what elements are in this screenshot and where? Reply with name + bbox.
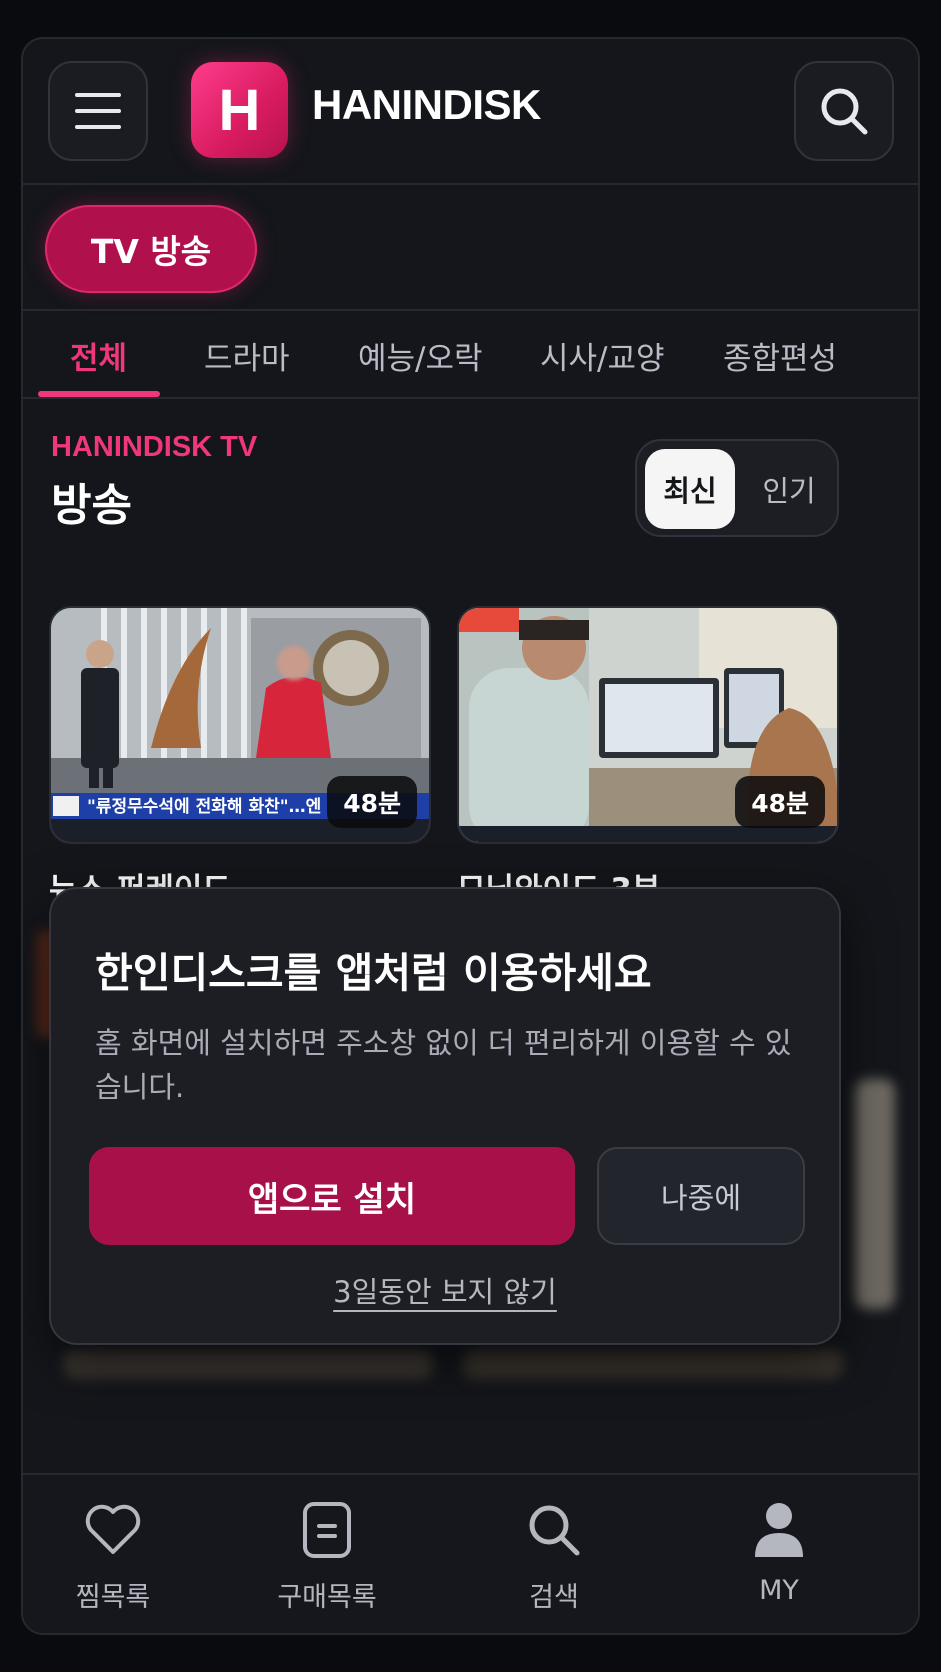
sort-toggle: 최신 인기 [635,439,839,537]
search-icon [821,88,868,135]
sort-latest-button[interactable]: 최신 [645,449,735,529]
brand-name: HANINDISK [312,81,541,128]
install-prompt-dialog: 한인디스크를 앱처럼 이용하세요 홈 화면에 설치하면 주소창 없이 더 편리하… [49,887,841,1345]
app-frame: H HANINDISK TV 방송 전체 드라마 예능/오락 시사/교양 종합편… [21,37,920,1635]
search-icon [529,1505,580,1556]
hide-3-days-link[interactable]: 3일동안 보지 않기 [333,1275,557,1309]
user-icon [755,1503,803,1557]
install-prompt-title: 한인디스크를 앱처럼 이용하세요 [95,949,652,997]
bottom-navigation: 찜목록 구매목록 검색 MY [23,1473,918,1633]
section-eyebrow: HANINDISK TV [51,431,258,463]
sort-popular-button[interactable]: 인기 [747,449,831,529]
brand-logo[interactable]: H [191,62,288,158]
background-thumbnail [463,1349,843,1379]
hamburger-icon [75,93,121,129]
tab-all[interactable]: 전체 [70,333,127,378]
video-card[interactable]: "류정무수석에 전화해 화찬"…엔 48분 뉴스 퍼레이드 [49,606,431,909]
hide-3-days-container: 3일동안 보지 않기 [51,1269,839,1311]
video-thumbnail[interactable]: 48분 [457,606,839,844]
app-header: H HANINDISK [23,39,918,185]
video-card[interactable]: 48분 모닝와이드 3부 [457,606,839,909]
tab-variety[interactable]: 예능/오락 [358,333,483,378]
video-thumbnail[interactable]: "류정무수석에 전화해 화찬"…엔 48분 [49,606,431,844]
background-thumbnail [855,1079,895,1309]
nav-search-label: 검색 [529,1582,579,1613]
duration-badge: 48분 [327,776,417,828]
tab-drama[interactable]: 드라마 [204,333,290,378]
later-button[interactable]: 나중에 [597,1147,805,1245]
category-row: TV 방송 [23,187,918,311]
category-tv-broadcast[interactable]: TV 방송 [45,205,257,293]
genre-tabs: 전체 드라마 예능/오락 시사/교양 종합편성 [23,313,918,399]
nav-my[interactable]: MY [689,1497,869,1606]
tab-general[interactable]: 종합편성 [723,333,837,378]
news-caption: "류정무수석에 전화해 화찬"…엔 [87,797,321,817]
receipt-icon [303,1502,351,1558]
nav-wishlist[interactable]: 찜목록 [23,1497,203,1614]
menu-button[interactable] [48,61,148,161]
duration-badge: 48분 [735,776,825,828]
active-tab-indicator [38,391,160,397]
nav-my-label: MY [759,1575,799,1606]
install-app-button[interactable]: 앱으로 설치 [89,1147,575,1245]
nav-purchases-label: 구매목록 [277,1582,377,1613]
section-title: 방송 [51,480,132,531]
nav-search[interactable]: 검색 [464,1497,644,1614]
background-thumbnail [63,1349,433,1379]
install-prompt-description: 홈 화면에 설치하면 주소창 없이 더 편리하게 이용할 수 있습니다. [95,1026,792,1104]
nav-purchases[interactable]: 구매목록 [237,1497,417,1614]
heart-icon [85,1504,141,1554]
tab-current-affairs[interactable]: 시사/교양 [540,333,665,378]
search-button[interactable] [794,61,894,161]
nav-wishlist-label: 찜목록 [75,1582,151,1613]
